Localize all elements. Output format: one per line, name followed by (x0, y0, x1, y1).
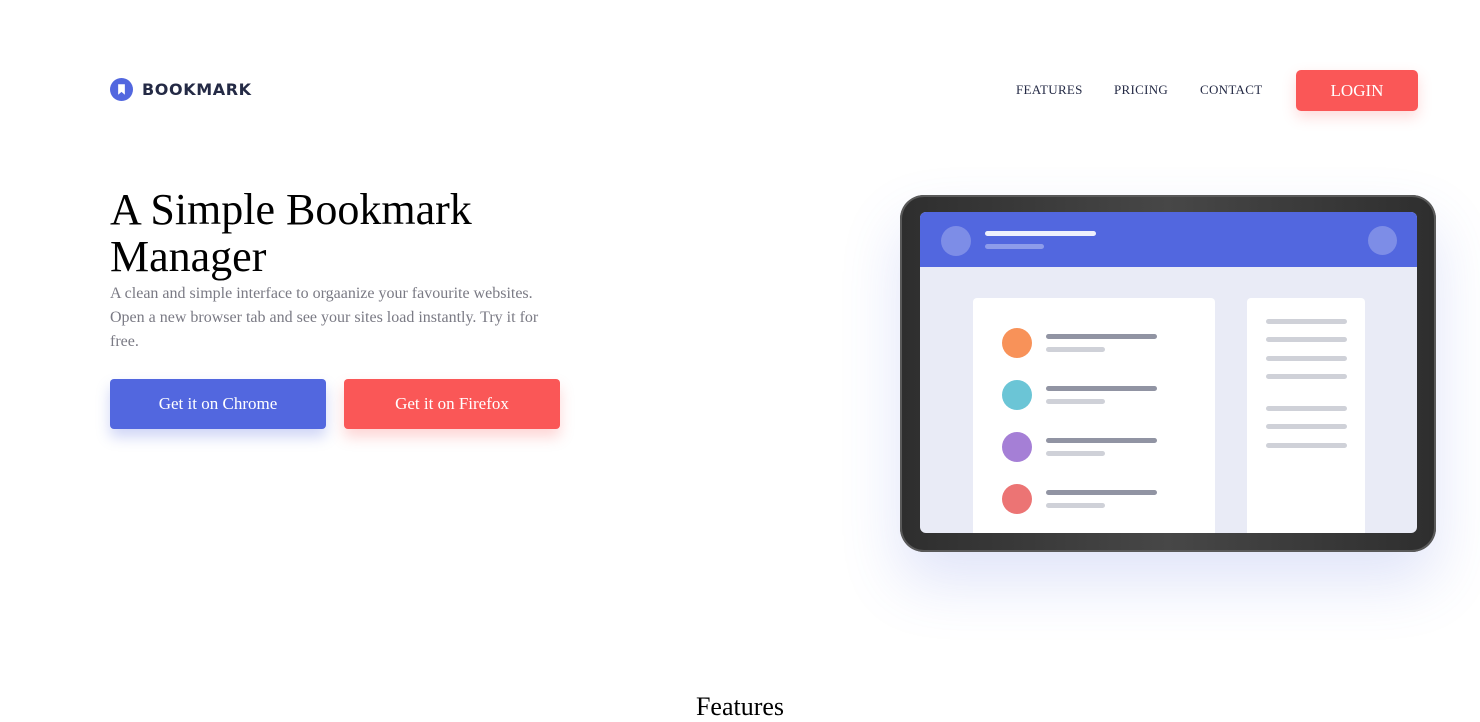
sidebar-card (1247, 298, 1365, 533)
bookmark-dot-red (1002, 484, 1032, 514)
placeholder-line (1046, 503, 1105, 508)
title-placeholder-line (985, 231, 1096, 236)
logo[interactable]: BOOKMARK (110, 78, 252, 101)
bookmark-dot-orange (1002, 328, 1032, 358)
placeholder-line (1046, 347, 1105, 352)
placeholder-line (1266, 356, 1347, 361)
hero-title: A Simple Bookmark Manager (110, 185, 472, 281)
placeholder-line (1266, 406, 1347, 411)
placeholder-line (1046, 386, 1157, 391)
placeholder-line (1266, 374, 1347, 379)
placeholder-line (1046, 334, 1157, 339)
placeholder-line (1046, 490, 1157, 495)
placeholder-line (1266, 337, 1347, 342)
hero-description: A clean and simple interface to orgaaniz… (110, 285, 539, 350)
features-heading: Features (695, 692, 785, 721)
nav-link-pricing[interactable]: PRICING (1114, 82, 1168, 98)
placeholder-line (1266, 424, 1347, 429)
get-firefox-button[interactable]: Get it on Firefox (344, 379, 560, 429)
bookmark-dot-purple (1002, 432, 1032, 462)
login-button[interactable]: LOGIN (1296, 70, 1418, 111)
menu-placeholder-icon (1368, 226, 1397, 255)
nav-link-contact[interactable]: CONTACT (1200, 82, 1262, 98)
placeholder-line (1046, 451, 1105, 456)
placeholder-line (1046, 438, 1157, 443)
placeholder-line (1266, 443, 1347, 448)
brand-name: BOOKMARK (142, 80, 252, 99)
hero-tablet-illustration (900, 195, 1436, 552)
bookmark-logo-icon (110, 78, 133, 101)
nav-link-features[interactable]: FEATURES (1016, 82, 1083, 98)
placeholder-line (1266, 319, 1347, 324)
subtitle-placeholder-line (985, 244, 1044, 249)
placeholder-line (1046, 399, 1105, 404)
avatar-placeholder (941, 226, 971, 256)
illustration-app-bar (920, 212, 1417, 267)
bookmark-dot-teal (1002, 380, 1032, 410)
tablet-screen (920, 212, 1417, 533)
get-chrome-button[interactable]: Get it on Chrome (110, 379, 326, 429)
bookmark-list-card (973, 298, 1215, 533)
